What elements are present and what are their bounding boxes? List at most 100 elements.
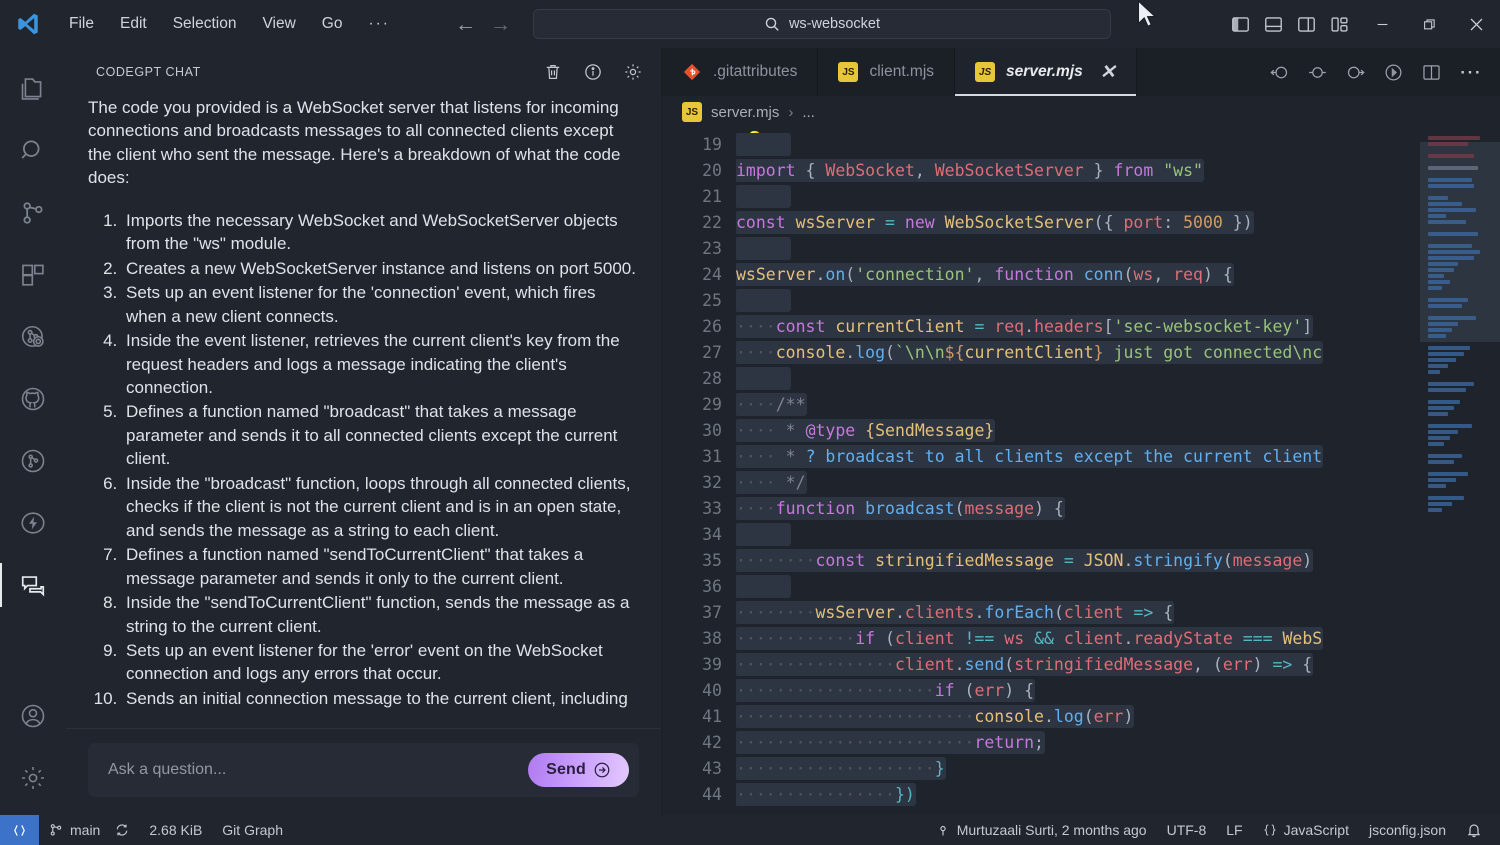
code-editor[interactable]: 19 20 21 22 23 24 25 26 27 28 29 30 31 32 33 34 35 36 37 38… bbox=[662, 128, 1500, 815]
minimap-line bbox=[1428, 172, 1490, 176]
code-line[interactable] bbox=[736, 288, 1500, 314]
list-item: Inside the event listener, retrieves the… bbox=[122, 329, 637, 399]
toggle-secondary-sidebar-icon[interactable] bbox=[1297, 15, 1316, 34]
sidebar-item-settings[interactable] bbox=[0, 747, 66, 809]
minimap-line bbox=[1428, 136, 1480, 140]
minimize-button[interactable] bbox=[1359, 0, 1406, 48]
minimap-line bbox=[1428, 430, 1458, 434]
maximize-restore-button[interactable] bbox=[1406, 0, 1453, 48]
code-line[interactable]: ········const stringifiedMessage = JSON.… bbox=[736, 548, 1500, 574]
code-line[interactable] bbox=[736, 236, 1500, 262]
code-line[interactable]: ····/** bbox=[736, 392, 1500, 418]
line-number: 19 bbox=[702, 135, 722, 154]
minimap-line bbox=[1428, 304, 1462, 308]
code-line[interactable]: ····function broadcast(message) { bbox=[736, 496, 1500, 522]
code-line[interactable]: wsServer.on('connection', function conn(… bbox=[736, 262, 1500, 288]
code-line[interactable]: ················}) bbox=[736, 782, 1500, 808]
status-language-mode[interactable]: JavaScript bbox=[1253, 815, 1359, 845]
code-line[interactable]: ························return; bbox=[736, 730, 1500, 756]
menu-go[interactable]: Go bbox=[309, 11, 356, 37]
close-icon[interactable]: ✕ bbox=[1100, 63, 1116, 82]
status-eol[interactable]: LF bbox=[1216, 815, 1252, 845]
code-line[interactable]: ···· * @type {SendMessage} bbox=[736, 418, 1500, 444]
status-git-blame[interactable]: Murtuzaali Surti, 2 months ago bbox=[926, 815, 1157, 845]
editor-scrollbar[interactable] bbox=[1406, 128, 1420, 815]
code-line[interactable] bbox=[736, 366, 1500, 392]
sidebar-item-search[interactable] bbox=[0, 120, 66, 182]
sidebar-item-extensions[interactable] bbox=[0, 244, 66, 306]
tab-server-mjs[interactable]: JS server.mjs ✕ bbox=[955, 48, 1137, 96]
code-line[interactable] bbox=[736, 184, 1500, 210]
status-git-graph[interactable]: Git Graph bbox=[212, 815, 293, 845]
sidebar-item-source-control[interactable] bbox=[0, 182, 66, 244]
menu-view[interactable]: View bbox=[249, 11, 308, 37]
code-line[interactable]: ························console.log(err) bbox=[736, 704, 1500, 730]
arrow-right-icon[interactable]: → bbox=[490, 14, 511, 35]
breadcrumb-tail[interactable]: ... bbox=[802, 104, 815, 121]
branch-icon bbox=[50, 824, 62, 836]
send-button[interactable]: Send bbox=[528, 753, 629, 787]
close-window-button[interactable] bbox=[1453, 0, 1500, 48]
code-line[interactable]: ····const currentClient = req.headers['s… bbox=[736, 314, 1500, 340]
menu-overflow-button[interactable]: ··· bbox=[355, 11, 403, 37]
code-line[interactable]: ········wsServer.clients.forEach(client … bbox=[736, 600, 1500, 626]
status-encoding[interactable]: UTF-8 bbox=[1157, 815, 1217, 845]
customize-layout-icon[interactable] bbox=[1330, 15, 1349, 34]
code-line[interactable] bbox=[736, 522, 1500, 548]
play-circle-icon[interactable] bbox=[1383, 62, 1404, 83]
status-git-branch[interactable]: main bbox=[39, 815, 139, 845]
chat-message-list: The code you provided is a WebSocket ser… bbox=[66, 96, 661, 728]
code-line[interactable]: ················client.send(stringifiedM… bbox=[736, 652, 1500, 678]
sidebar-item-git-graph[interactable] bbox=[0, 430, 66, 492]
code-line[interactable]: ····console.log(`\n\n${currentClient} ju… bbox=[736, 340, 1500, 366]
sidebar-item-remote-explorer[interactable] bbox=[0, 306, 66, 368]
minimap[interactable] bbox=[1420, 128, 1500, 815]
breadcrumb-file[interactable]: server.mjs bbox=[711, 104, 779, 121]
code-line[interactable]: const wsServer = new WebSocketServer({ p… bbox=[736, 210, 1500, 236]
line-number: 38 bbox=[702, 629, 722, 648]
tab-gitattributes[interactable]: .gitattributes bbox=[662, 48, 819, 96]
code-line[interactable] bbox=[736, 132, 1500, 158]
minimap-line bbox=[1428, 400, 1460, 404]
command-center-search[interactable]: ws-websocket bbox=[532, 9, 1111, 39]
sidebar-item-codegpt-chat[interactable] bbox=[0, 554, 66, 616]
code-line[interactable]: ····················if (err) { bbox=[736, 678, 1500, 704]
menu-file[interactable]: File bbox=[56, 11, 107, 37]
list-item: Sends an initial connection message to t… bbox=[122, 687, 637, 710]
code-line[interactable]: ···· * ? broadcast to all clients except… bbox=[736, 444, 1500, 470]
code-line[interactable]: ····················} bbox=[736, 756, 1500, 782]
arrow-circle-left-icon[interactable] bbox=[1269, 62, 1290, 83]
gear-icon[interactable] bbox=[623, 62, 643, 82]
codegpt-chat-panel: CODEGPT CHAT The code you provided is a … bbox=[66, 48, 662, 815]
code-line[interactable]: ············if (client !== ws && client.… bbox=[736, 626, 1500, 652]
minimap-line bbox=[1428, 196, 1448, 200]
code-line[interactable]: import { WebSocket, WebSocketServer } fr… bbox=[736, 158, 1500, 184]
tab-client-mjs[interactable]: JS client.mjs bbox=[818, 48, 956, 96]
remote-window-indicator[interactable] bbox=[0, 815, 39, 845]
code-line[interactable] bbox=[736, 574, 1500, 600]
sidebar-item-accounts[interactable] bbox=[0, 685, 66, 747]
sidebar-item-github[interactable] bbox=[0, 368, 66, 430]
list-item: Defines a function named "sendToCurrentC… bbox=[122, 543, 637, 590]
minimap-line bbox=[1428, 244, 1472, 248]
toggle-primary-sidebar-icon[interactable] bbox=[1231, 15, 1250, 34]
sidebar-item-thunder-client[interactable] bbox=[0, 492, 66, 554]
chat-input-box[interactable]: Ask a question... Send bbox=[88, 743, 639, 797]
status-file-size[interactable]: 2.68 KiB bbox=[139, 815, 212, 845]
status-jsconfig[interactable]: jsconfig.json bbox=[1359, 815, 1456, 845]
code-line[interactable]: ···· */ bbox=[736, 470, 1500, 496]
split-editor-icon[interactable] bbox=[1421, 62, 1442, 83]
arrow-circle-right-icon[interactable] bbox=[1345, 62, 1366, 83]
command-center-value: ws-websocket bbox=[788, 16, 881, 32]
toggle-panel-icon[interactable] bbox=[1264, 15, 1283, 34]
info-icon[interactable] bbox=[583, 62, 603, 82]
sidebar-item-explorer[interactable] bbox=[0, 58, 66, 120]
status-notifications[interactable] bbox=[1456, 815, 1500, 845]
arrow-left-icon[interactable]: ← bbox=[455, 14, 476, 35]
menu-selection[interactable]: Selection bbox=[160, 11, 250, 37]
circle-dash-icon[interactable] bbox=[1307, 62, 1328, 83]
trash-icon[interactable] bbox=[543, 62, 563, 82]
menu-edit[interactable]: Edit bbox=[107, 11, 160, 37]
code-content[interactable]: 💡 import { WebSocket, WebSocketServer } … bbox=[736, 128, 1500, 815]
ellipsis-icon[interactable]: ⋯ bbox=[1459, 61, 1482, 83]
